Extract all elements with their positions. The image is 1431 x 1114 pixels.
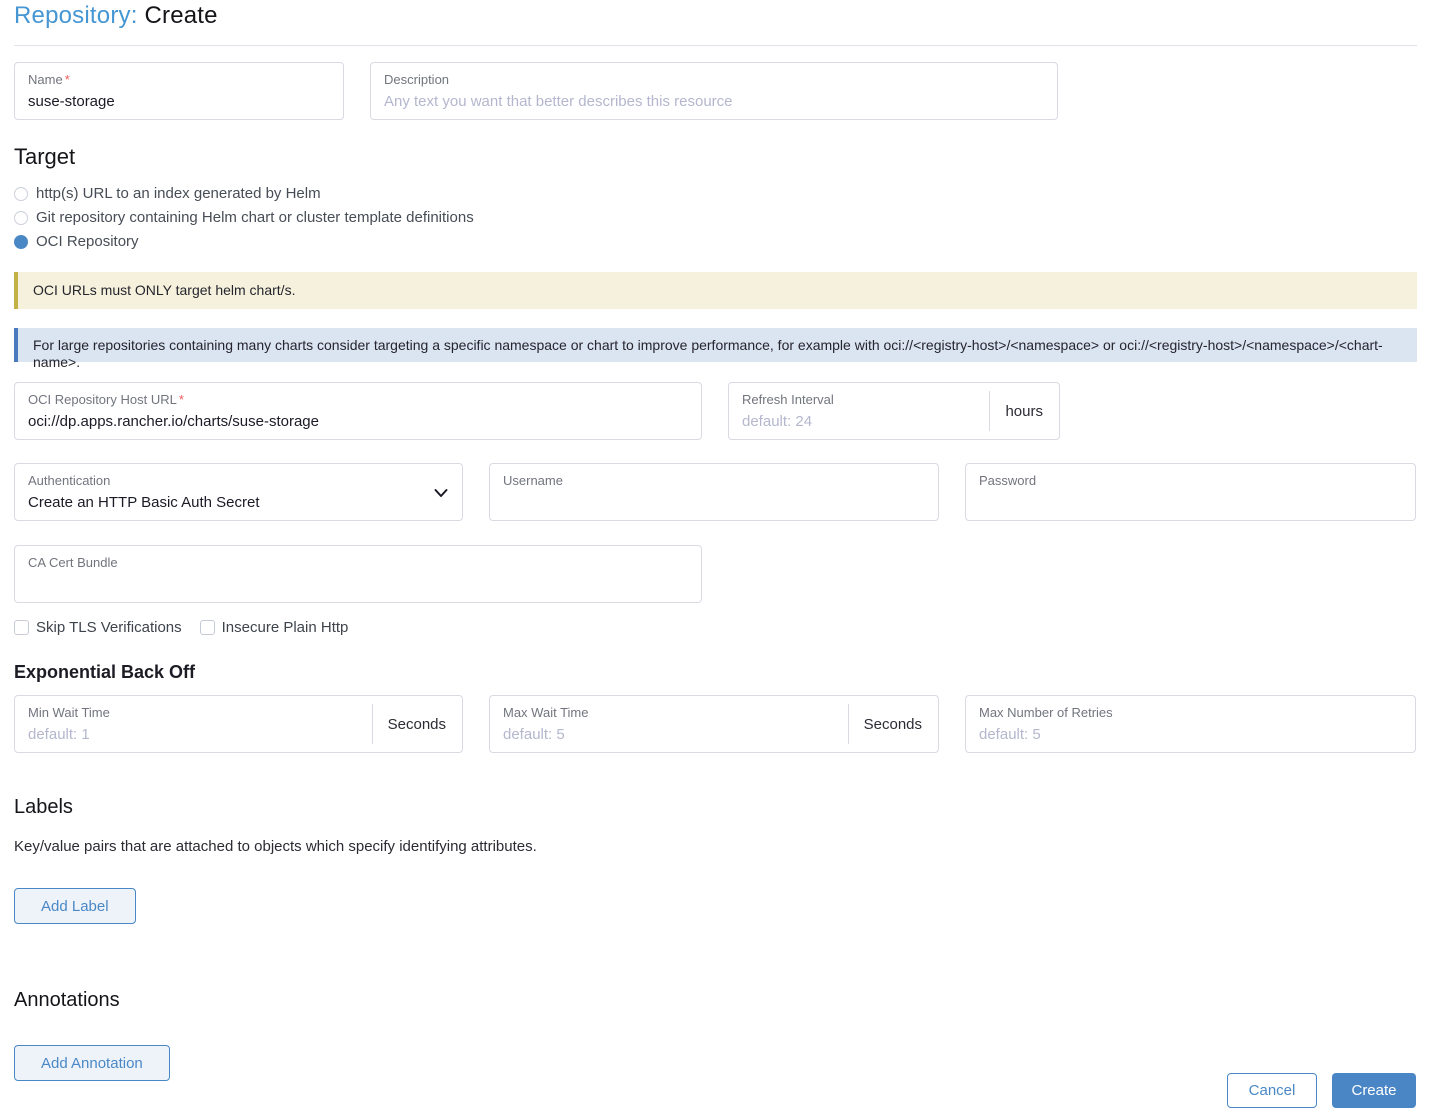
refresh-interval-field[interactable]: Refresh Interval default: 24 hours (728, 382, 1060, 440)
description-label: Description (384, 72, 1044, 88)
min-wait-time-field[interactable]: Min Wait Time default: 1 Seconds (14, 695, 463, 753)
warning-banner: OCI URLs must ONLY target helm chart/s. (14, 272, 1417, 309)
page-title-resource: Repository: (14, 2, 138, 29)
backoff-heading: Exponential Back Off (14, 662, 1417, 683)
max-wait-time-field[interactable]: Max Wait Time default: 5 Seconds (489, 695, 939, 753)
host-url-row: OCI Repository Host URL* oci://dp.apps.r… (14, 382, 1417, 440)
password-field[interactable]: Password (965, 463, 1416, 521)
ca-cert-bundle-label: CA Cert Bundle (28, 555, 688, 571)
name-value: suse-storage (28, 93, 115, 110)
labels-description: Key/value pairs that are attached to obj… (14, 838, 1417, 855)
radio-http-url-label: http(s) URL to an index generated by Hel… (36, 184, 321, 204)
min-wait-time-unit: Seconds (372, 696, 462, 752)
page-header: Repository: Create (14, 0, 1417, 46)
refresh-interval-unit: hours (989, 383, 1059, 439)
max-wait-time-placeholder: default: 5 (503, 726, 565, 743)
radio-http-url[interactable]: http(s) URL to an index generated by Hel… (14, 182, 1417, 206)
name-label: Name* (28, 72, 330, 88)
radio-git-repository-label: Git repository containing Helm chart or … (36, 208, 474, 228)
tls-options-row: Skip TLS Verifications Insecure Plain Ht… (14, 618, 1417, 636)
radio-oci-repository[interactable]: OCI Repository (14, 230, 1417, 254)
header-divider (14, 45, 1417, 46)
authentication-value: Create an HTTP Basic Auth Secret (28, 494, 260, 511)
authentication-select[interactable]: Authentication Create an HTTP Basic Auth… (14, 463, 463, 521)
max-retries-field[interactable]: Max Number of Retries default: 5 (965, 695, 1416, 753)
max-retries-label: Max Number of Retries (979, 705, 1402, 721)
backoff-row: Min Wait Time default: 1 Seconds Max Wai… (14, 695, 1417, 753)
target-heading: Target (14, 144, 1417, 170)
add-label-button[interactable]: Add Label (14, 888, 136, 924)
oci-host-url-field[interactable]: OCI Repository Host URL* oci://dp.apps.r… (14, 382, 702, 440)
info-banner: For large repositories containing many c… (14, 328, 1417, 362)
radio-button-icon (14, 187, 28, 201)
cancel-button[interactable]: Cancel (1227, 1073, 1317, 1108)
ca-cert-row: CA Cert Bundle (14, 545, 1417, 603)
footer-actions: Cancel Create (1227, 1073, 1416, 1108)
insecure-http-checkbox[interactable]: Insecure Plain Http (200, 619, 349, 636)
authentication-label: Authentication (28, 473, 449, 489)
insecure-http-label: Insecure Plain Http (222, 619, 349, 636)
required-asterisk: * (179, 392, 184, 407)
refresh-interval-input[interactable]: Refresh Interval default: 24 (729, 383, 989, 439)
target-radio-group: http(s) URL to an index generated by Hel… (14, 182, 1417, 254)
page-title: Repository: Create (14, 2, 1417, 30)
create-button[interactable]: Create (1332, 1073, 1416, 1108)
checkbox-icon (200, 620, 215, 635)
radio-button-selected-icon (14, 235, 28, 249)
description-field[interactable]: Description Any text you want that bette… (370, 62, 1058, 120)
basics-row: Name* suse-storage Description Any text … (14, 62, 1417, 120)
annotations-heading: Annotations (14, 989, 1417, 1012)
checkbox-icon (14, 620, 29, 635)
min-wait-time-placeholder: default: 1 (28, 726, 90, 743)
refresh-interval-placeholder: default: 24 (742, 413, 812, 430)
radio-oci-repository-label: OCI Repository (36, 232, 139, 252)
auth-row: Authentication Create an HTTP Basic Auth… (14, 463, 1417, 521)
required-asterisk: * (65, 72, 70, 87)
max-wait-time-unit: Seconds (848, 696, 938, 752)
labels-heading: Labels (14, 796, 1417, 819)
min-wait-time-input[interactable]: Min Wait Time default: 1 (15, 696, 372, 752)
radio-git-repository[interactable]: Git repository containing Helm chart or … (14, 206, 1417, 230)
max-retries-placeholder: default: 5 (979, 726, 1041, 743)
skip-tls-label: Skip TLS Verifications (36, 619, 182, 636)
oci-host-url-value: oci://dp.apps.rancher.io/charts/suse-sto… (28, 413, 319, 430)
chevron-down-icon (434, 488, 448, 498)
skip-tls-checkbox[interactable]: Skip TLS Verifications (14, 619, 182, 636)
name-field[interactable]: Name* suse-storage (14, 62, 344, 120)
repository-create-page: Repository: Create Name* suse-storage De… (0, 0, 1431, 1081)
page-title-action: Create (144, 2, 217, 29)
add-annotation-button[interactable]: Add Annotation (14, 1045, 170, 1081)
oci-host-url-label: OCI Repository Host URL* (28, 392, 688, 408)
ca-cert-bundle-field[interactable]: CA Cert Bundle (14, 545, 702, 603)
max-wait-time-label: Max Wait Time (503, 705, 835, 721)
max-wait-time-input[interactable]: Max Wait Time default: 5 (490, 696, 848, 752)
description-placeholder: Any text you want that better describes … (384, 93, 733, 110)
min-wait-time-label: Min Wait Time (28, 705, 359, 721)
username-label: Username (503, 473, 925, 489)
password-label: Password (979, 473, 1402, 489)
radio-button-icon (14, 211, 28, 225)
refresh-interval-label: Refresh Interval (742, 392, 976, 408)
username-field[interactable]: Username (489, 463, 939, 521)
